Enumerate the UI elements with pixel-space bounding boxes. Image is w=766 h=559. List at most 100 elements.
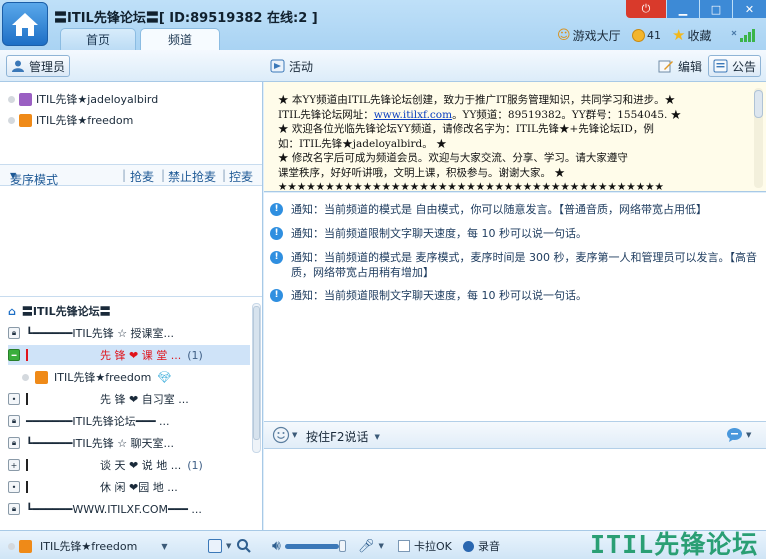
power-icon: ⏻: [641, 2, 651, 15]
scroll-thumb[interactable]: [253, 306, 260, 440]
channel-root[interactable]: ⌂ 〓ITIL先锋论坛〓: [8, 301, 111, 321]
push-to-talk-button[interactable]: 按住F2说话 ▼: [306, 428, 380, 445]
chevron-down-icon: ▼: [746, 431, 752, 439]
speaker-volume[interactable]: 🔊︎: [272, 538, 346, 554]
admin-avatar-icon: [19, 113, 32, 127]
notice-line: ITIL先锋论坛网址：www.itilxf.com。YY频道：89519382。…: [278, 108, 748, 123]
separator: |: [122, 168, 127, 182]
channel-row[interactable]: • 先 锋 ❤ 自习室 ...: [8, 389, 189, 409]
chat-bubble-button[interactable]: ▼: [726, 427, 751, 443]
minimize-button[interactable]: ▁: [667, 0, 699, 18]
left-pane: ITIL先锋★jadeloyalbird ITIL先锋★freedom 麦序模式…: [0, 82, 263, 530]
my-user-menu[interactable]: ITIL先锋★freedom ▼: [8, 538, 167, 554]
channel-row[interactable]: • 休 闲 ❤园 地 ...: [8, 477, 178, 497]
tab-channel[interactable]: 频道: [140, 28, 220, 50]
message-text: 通知：当前频道的模式是 自由模式，你可以随意发言。【普通音质，网络带宽占用低】: [291, 203, 707, 216]
notice-line: ★ 本YY频道由ITIL先锋论坛创建，致力于推广IT服务管理知识，共同学习和进步…: [278, 94, 676, 106]
channel-user[interactable]: ITIL先锋★freedom 💎︎: [22, 367, 171, 387]
speaker-icon: 🔊︎: [272, 538, 281, 554]
signal-icon: [730, 28, 760, 42]
slider-handle[interactable]: [338, 540, 346, 552]
coin-count: 41: [647, 28, 661, 42]
mic-mode-bar: 麦序模式 ▼ | 抢麦 | 禁止抢麦 | 控麦: [0, 164, 262, 187]
channel-root-label: 〓ITIL先锋论坛〓: [21, 305, 111, 318]
close-icon: ✕: [744, 2, 755, 16]
notice-text: ITIL先锋论坛网址：: [278, 108, 374, 121]
forbid-grab-button[interactable]: 禁止抢麦: [168, 168, 216, 185]
microphone-button[interactable]: 🎤︎ ▼: [358, 538, 384, 554]
tree-line: [26, 481, 28, 493]
tree-line: [26, 393, 28, 405]
admin-item[interactable]: ITIL先锋★freedom: [8, 110, 133, 130]
admin-button[interactable]: 管理员: [6, 55, 71, 77]
home-icon: ⌂: [8, 304, 16, 318]
channel-tree: ⌂ 〓ITIL先锋论坛〓 🔒︎ ┗━━━━━━ITIL先锋 ☆ 授课室... ━…: [0, 296, 262, 530]
karaoke-checkbox[interactable]: [398, 540, 410, 552]
status-dot-icon: [22, 373, 29, 381]
emoji-button[interactable]: ▼: [272, 426, 297, 444]
channel-row-selected[interactable]: ━ 先 锋 ❤ 课 堂 ... (1): [8, 345, 250, 365]
minimize-icon: ▁: [678, 2, 688, 16]
grab-mic-button[interactable]: 抢麦: [130, 168, 154, 185]
notice-scrollbar[interactable]: [754, 88, 763, 188]
maximize-icon: □: [710, 2, 722, 16]
user-icon: [12, 60, 24, 72]
channel-label: 先 锋 ❤ 课 堂 ...: [100, 349, 182, 362]
log-icon: [208, 539, 222, 553]
main-tabs: 首页 频道: [60, 28, 220, 50]
maximize-button[interactable]: □: [700, 0, 732, 18]
power-button[interactable]: ⏻: [626, 0, 666, 18]
volume-slider[interactable]: [284, 543, 339, 549]
tree-line: [26, 459, 28, 471]
dot-channel-icon: •: [8, 393, 20, 405]
channel-row[interactable]: 🔒︎ ┗━━━━━━ITIL先锋 ☆ 聊天室...: [8, 433, 174, 453]
coin-icon: [632, 28, 645, 42]
channel-row[interactable]: 🔒︎ ━━━━━━━ITIL先锋论坛━━━ ...: [8, 411, 170, 431]
dot-channel-icon: •: [8, 481, 20, 493]
notice-line: 课堂秩序，好好听讲哦，文明上课，积极参与。谢谢大家。 ★: [278, 166, 565, 179]
emoji-icon: [272, 426, 290, 444]
chat-input-area[interactable]: [264, 449, 766, 530]
lock-icon: 🔒︎: [8, 503, 20, 515]
notice-text: 。YY频道：89519382。YY群号：1554045. ★: [452, 108, 682, 121]
status-dot-icon: [8, 95, 15, 103]
home-button[interactable]: [2, 2, 48, 46]
forum-link[interactable]: www.itilxf.com: [374, 109, 452, 121]
favorites-button[interactable]: ★ 收藏: [672, 26, 711, 44]
karaoke-toggle[interactable]: 卡拉OK: [398, 538, 452, 554]
control-mic-button[interactable]: 控麦: [229, 168, 253, 185]
home-icon: [12, 13, 38, 36]
notice-button[interactable]: 公告: [708, 55, 762, 77]
user-count: (1): [187, 348, 203, 362]
user-avatar-icon: [35, 370, 48, 384]
channel-row[interactable]: + 谈 天 ❤ 说 地 ... (1): [8, 455, 203, 475]
tab-home[interactable]: 首页: [60, 28, 136, 50]
scroll-thumb[interactable]: [754, 90, 763, 118]
chevron-down-icon: ▼: [161, 541, 168, 551]
record-toggle[interactable]: 录音: [463, 538, 500, 554]
lock-icon: 🔒︎: [8, 437, 20, 449]
karaoke-label: 卡拉OK: [414, 540, 452, 553]
separator: |: [222, 168, 227, 182]
channel-toolbar: 管理员 活动 编辑 公告: [0, 50, 766, 82]
channel-row[interactable]: 🔒︎ ┗━━━━━━WWW.ITILXF.COM━━━ ...: [8, 499, 202, 519]
info-icon: !: [270, 227, 283, 240]
log-button[interactable]: ▼: [208, 538, 231, 554]
search-button[interactable]: [236, 538, 252, 554]
user-name: ITIL先锋★freedom: [54, 371, 152, 384]
edit-label: 编辑: [678, 59, 703, 74]
tree-scrollbar[interactable]: [252, 303, 261, 453]
channel-row[interactable]: 🔒︎ ┗━━━━━━ITIL先锋 ☆ 授课室...: [8, 323, 174, 343]
game-hall-button[interactable]: ☺ 游戏大厅: [557, 26, 621, 44]
active-channel-icon: ━: [8, 349, 20, 361]
admin-item[interactable]: ITIL先锋★jadeloyalbird: [8, 89, 158, 109]
message-text: 通知：当前频道限制文字聊天速度，每 10 秒可以说一句话。: [291, 289, 587, 302]
push-to-talk-label: 按住F2说话: [306, 430, 369, 444]
channel-label: 休 闲 ❤园 地 ...: [100, 481, 178, 494]
chevron-down-icon: ▼: [292, 431, 298, 439]
edit-button[interactable]: 编辑: [654, 55, 706, 77]
notice-label: 公告: [732, 59, 757, 74]
activity-button[interactable]: 活动: [266, 55, 317, 77]
close-button[interactable]: ✕: [733, 0, 766, 18]
coin-counter[interactable]: 41: [632, 26, 661, 44]
